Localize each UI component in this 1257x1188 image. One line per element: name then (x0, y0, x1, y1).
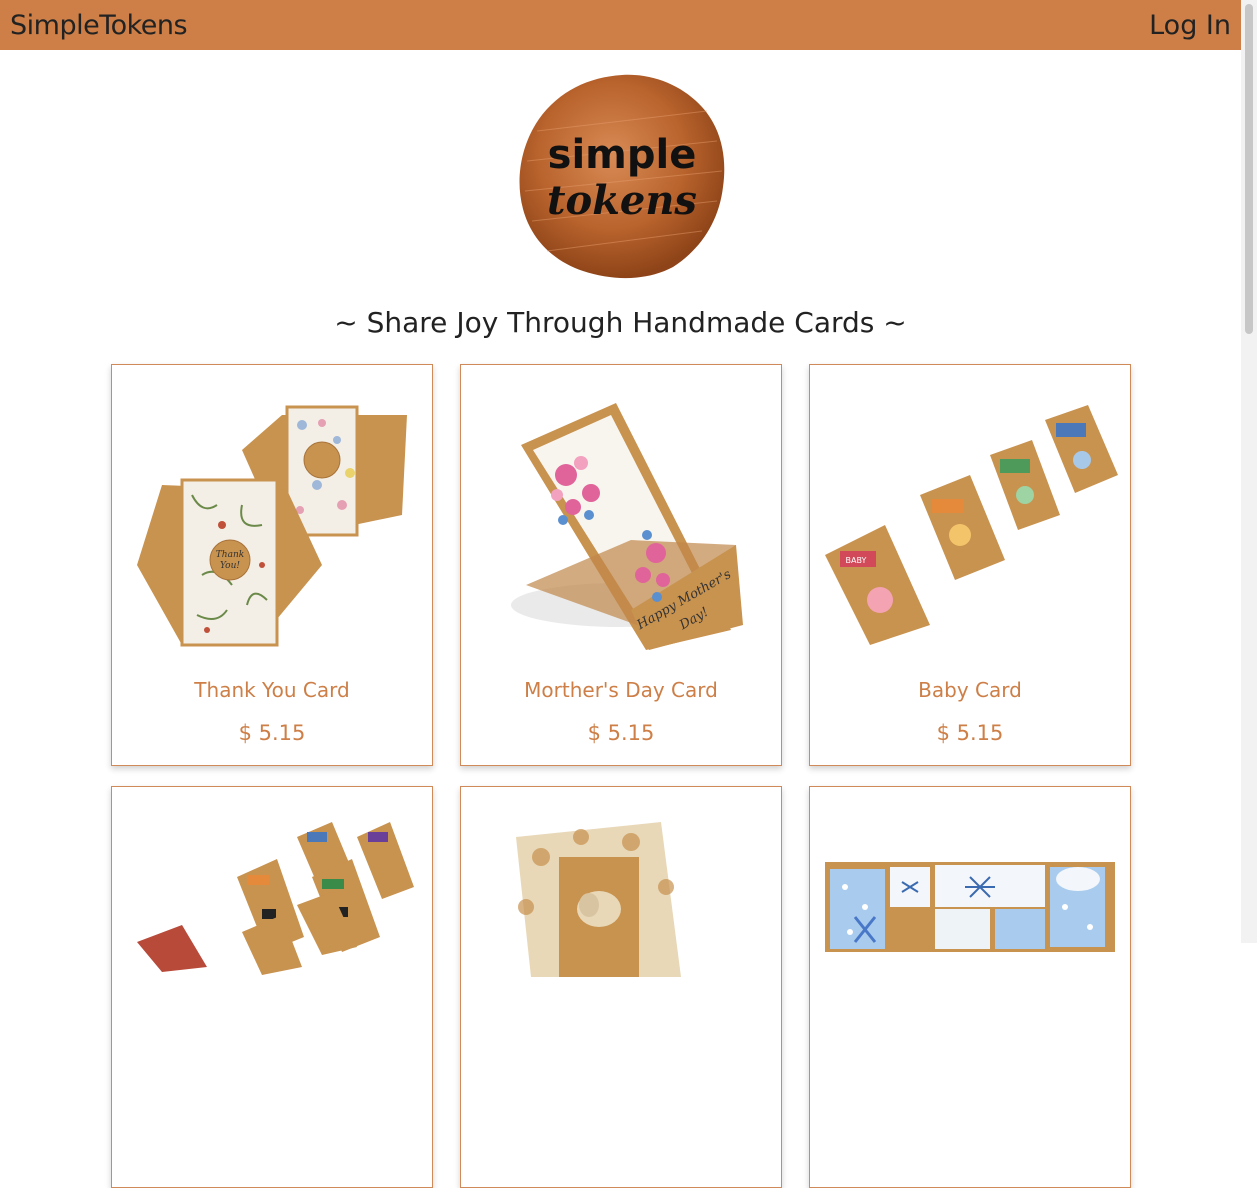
baby-card-image: BABY (825, 405, 1118, 645)
product-card[interactable]: Thank You! Thank You Card $ 5.15 (111, 364, 433, 766)
tagline: ~ Share Joy Through Handmade Cards ~ (334, 306, 907, 339)
product-price: $ 5.15 (238, 721, 306, 745)
winter-card-image (825, 862, 1115, 952)
product-title[interactable]: Thank You Card (112, 677, 432, 703)
product-card[interactable]: BABY Baby Card $ 5.15 (809, 364, 1131, 766)
elephant-card-image (516, 822, 681, 977)
product-title[interactable]: Baby Card (810, 677, 1130, 703)
art-text: Thank (216, 550, 244, 560)
top-navbar: SimpleTokens Log In (0, 0, 1241, 50)
login-link[interactable]: Log In (1149, 10, 1231, 42)
product-card[interactable] (460, 786, 782, 1188)
logo-word-simple: simple (548, 132, 697, 178)
graduation-card-image (137, 822, 414, 975)
product-card[interactable]: Happy Mother's Day! Morther's Day Card $… (460, 364, 782, 766)
product-price: $ 5.15 (587, 721, 655, 745)
brand-link[interactable]: SimpleTokens (10, 10, 188, 42)
product-card[interactable] (809, 786, 1131, 1188)
logo-word-tokens: tokens (547, 177, 697, 224)
mothers-day-card-image: Happy Mother's Day! (511, 403, 743, 650)
page-scrollbar[interactable] (1241, 0, 1257, 943)
product-card[interactable] (111, 786, 433, 1188)
scrollbar-thumb[interactable] (1245, 4, 1253, 334)
thank-you-card-image: Thank You! (137, 405, 407, 647)
art-text: You! (220, 561, 240, 571)
simple-tokens-logo: simple tokens (519, 74, 725, 279)
art-text: BABY (846, 556, 867, 565)
product-price: $ 5.15 (936, 721, 1004, 745)
product-title[interactable]: Morther's Day Card (461, 677, 781, 703)
